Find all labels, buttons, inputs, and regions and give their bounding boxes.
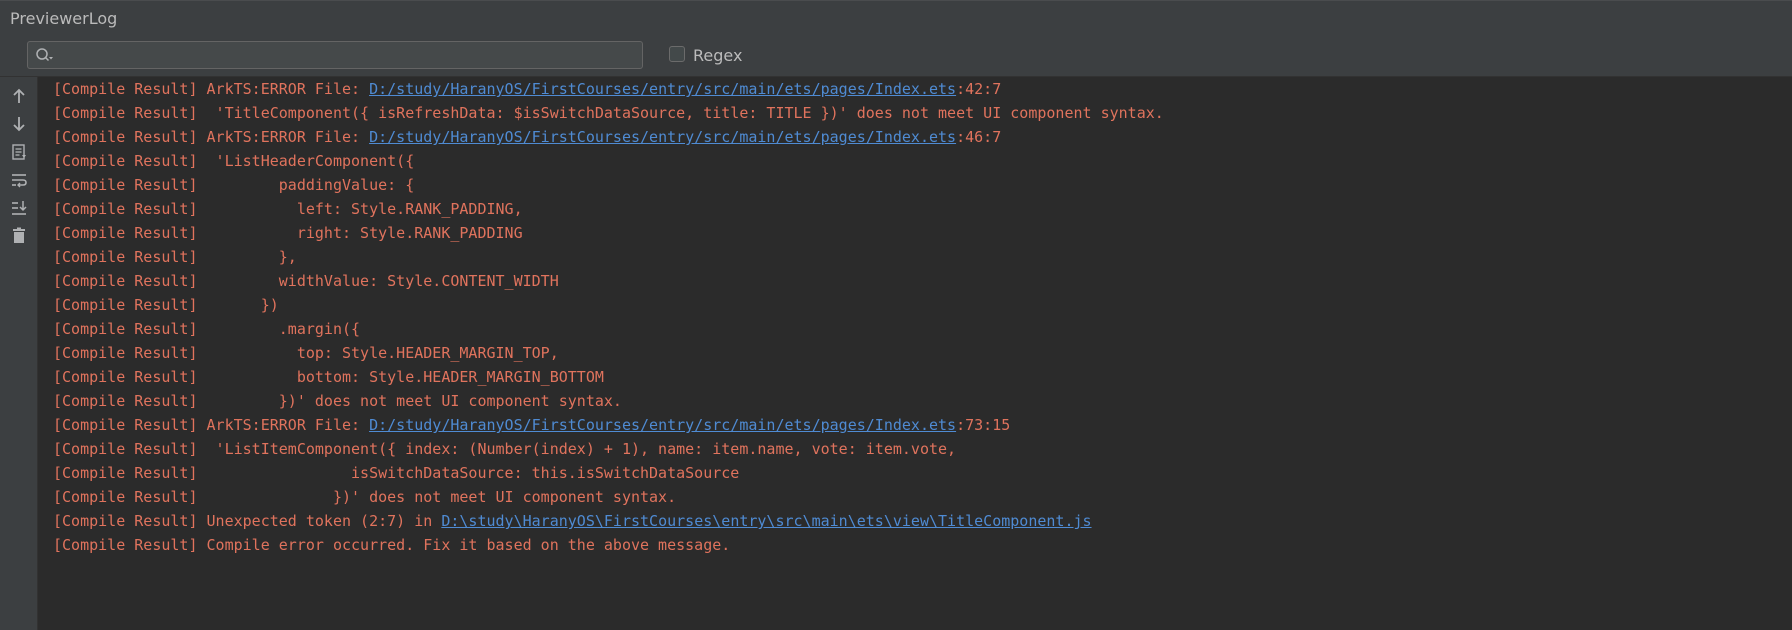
log-line: [Compile Result] paddingValue: {	[53, 175, 414, 195]
arrow-down-icon[interactable]	[9, 114, 29, 134]
log-line: [Compile Result] })' does not meet UI co…	[53, 487, 676, 507]
log-line-text: [Compile Result] })' does not meet UI co…	[53, 392, 622, 410]
log-line: [Compile Result] },	[53, 247, 297, 267]
title-bar: PreviewerLog	[0, 0, 1792, 37]
log-line-text: [Compile Result] paddingValue: {	[53, 176, 415, 194]
log-line-text: [Compile Result] right: Style.RANK_PADDI…	[53, 224, 523, 242]
log-line: [Compile Result] Unexpected token (2:7) …	[53, 511, 1092, 531]
log-line-text: [Compile Result] left: Style.RANK_PADDIN…	[53, 200, 523, 218]
log-line: [Compile Result] ArkTS:ERROR File: D:/st…	[53, 79, 1001, 99]
log-line-text: [Compile Result] Unexpected token (2:7) …	[53, 512, 442, 530]
file-link[interactable]: D:\study\HaranyOS\FirstCourses\entry\src…	[441, 512, 1091, 530]
log-line-text: [Compile Result] 'TitleComponent({ isRef…	[53, 104, 1164, 122]
log-line-text: [Compile Result] ArkTS:ERROR File:	[53, 128, 370, 146]
log-line-location: :73:15	[956, 416, 1011, 434]
filter-log-icon[interactable]	[9, 142, 29, 162]
log-line: [Compile Result] Compile error occurred.…	[53, 535, 730, 555]
file-link[interactable]: D:/study/HaranyOS/FirstCourses/entry/src…	[369, 416, 956, 434]
toolbar: Regex	[0, 37, 1792, 77]
log-line: [Compile Result] .margin({	[53, 319, 360, 339]
log-line: [Compile Result] left: Style.RANK_PADDIN…	[53, 199, 523, 219]
log-line-text: [Compile Result] 'ListItemComponent({ in…	[53, 440, 957, 458]
log-line-text: [Compile Result] bottom: Style.HEADER_MA…	[53, 368, 604, 386]
log-line: [Compile Result] })	[53, 295, 279, 315]
log-line-text: [Compile Result] ArkTS:ERROR File:	[53, 416, 370, 434]
scroll-to-end-icon[interactable]	[9, 198, 29, 218]
regex-checkbox[interactable]	[669, 46, 685, 62]
file-link[interactable]: D:/study/HaranyOS/FirstCourses/entry/src…	[369, 80, 956, 98]
arrow-up-icon[interactable]	[9, 86, 29, 106]
log-line-text: [Compile Result] .margin({	[53, 320, 361, 338]
log-line-location: :46:7	[956, 128, 1002, 146]
log-line-text: [Compile Result] isSwitchDataSource: thi…	[53, 464, 740, 482]
log-line: [Compile Result] bottom: Style.HEADER_MA…	[53, 367, 604, 387]
search-icon[interactable]	[35, 47, 55, 63]
log-line: [Compile Result] ArkTS:ERROR File: D:/st…	[53, 127, 1001, 147]
log-line: [Compile Result] 'ListHeaderComponent({	[53, 151, 414, 171]
log-line: [Compile Result] top: Style.HEADER_MARGI…	[53, 343, 559, 363]
log-line-text: [Compile Result] })	[53, 296, 279, 314]
log-output[interactable]: [Compile Result] ArkTS:ERROR File: D:/st…	[38, 77, 1792, 630]
log-line: [Compile Result] 'TitleComponent({ isRef…	[53, 103, 1164, 123]
search-field[interactable]	[27, 41, 643, 69]
search-input[interactable]	[58, 44, 637, 68]
regex-label[interactable]: Regex	[693, 46, 742, 65]
log-line: [Compile Result] right: Style.RANK_PADDI…	[53, 223, 523, 243]
log-sidebar	[0, 77, 38, 630]
log-line-text: [Compile Result] 'ListHeaderComponent({	[53, 152, 415, 170]
window-title: PreviewerLog	[10, 9, 118, 28]
log-line: [Compile Result] widthValue: Style.CONTE…	[53, 271, 559, 291]
log-line-text: [Compile Result] })' does not meet UI co…	[53, 488, 677, 506]
soft-wrap-icon[interactable]	[9, 170, 29, 190]
log-line-text: [Compile Result] top: Style.HEADER_MARGI…	[53, 344, 559, 362]
trash-icon[interactable]	[9, 226, 29, 246]
log-line-text: [Compile Result] },	[53, 248, 297, 266]
log-line: [Compile Result] ArkTS:ERROR File: D:/st…	[53, 415, 1010, 435]
log-line-location: :42:7	[956, 80, 1002, 98]
file-link[interactable]: D:/study/HaranyOS/FirstCourses/entry/src…	[369, 128, 956, 146]
log-line: [Compile Result] isSwitchDataSource: thi…	[53, 463, 739, 483]
log-line-text: [Compile Result] Compile error occurred.…	[53, 536, 731, 554]
log-line: [Compile Result] })' does not meet UI co…	[53, 391, 622, 411]
log-line-text: [Compile Result] widthValue: Style.CONTE…	[53, 272, 559, 290]
log-line: [Compile Result] 'ListItemComponent({ in…	[53, 439, 956, 459]
log-line-text: [Compile Result] ArkTS:ERROR File:	[53, 80, 370, 98]
